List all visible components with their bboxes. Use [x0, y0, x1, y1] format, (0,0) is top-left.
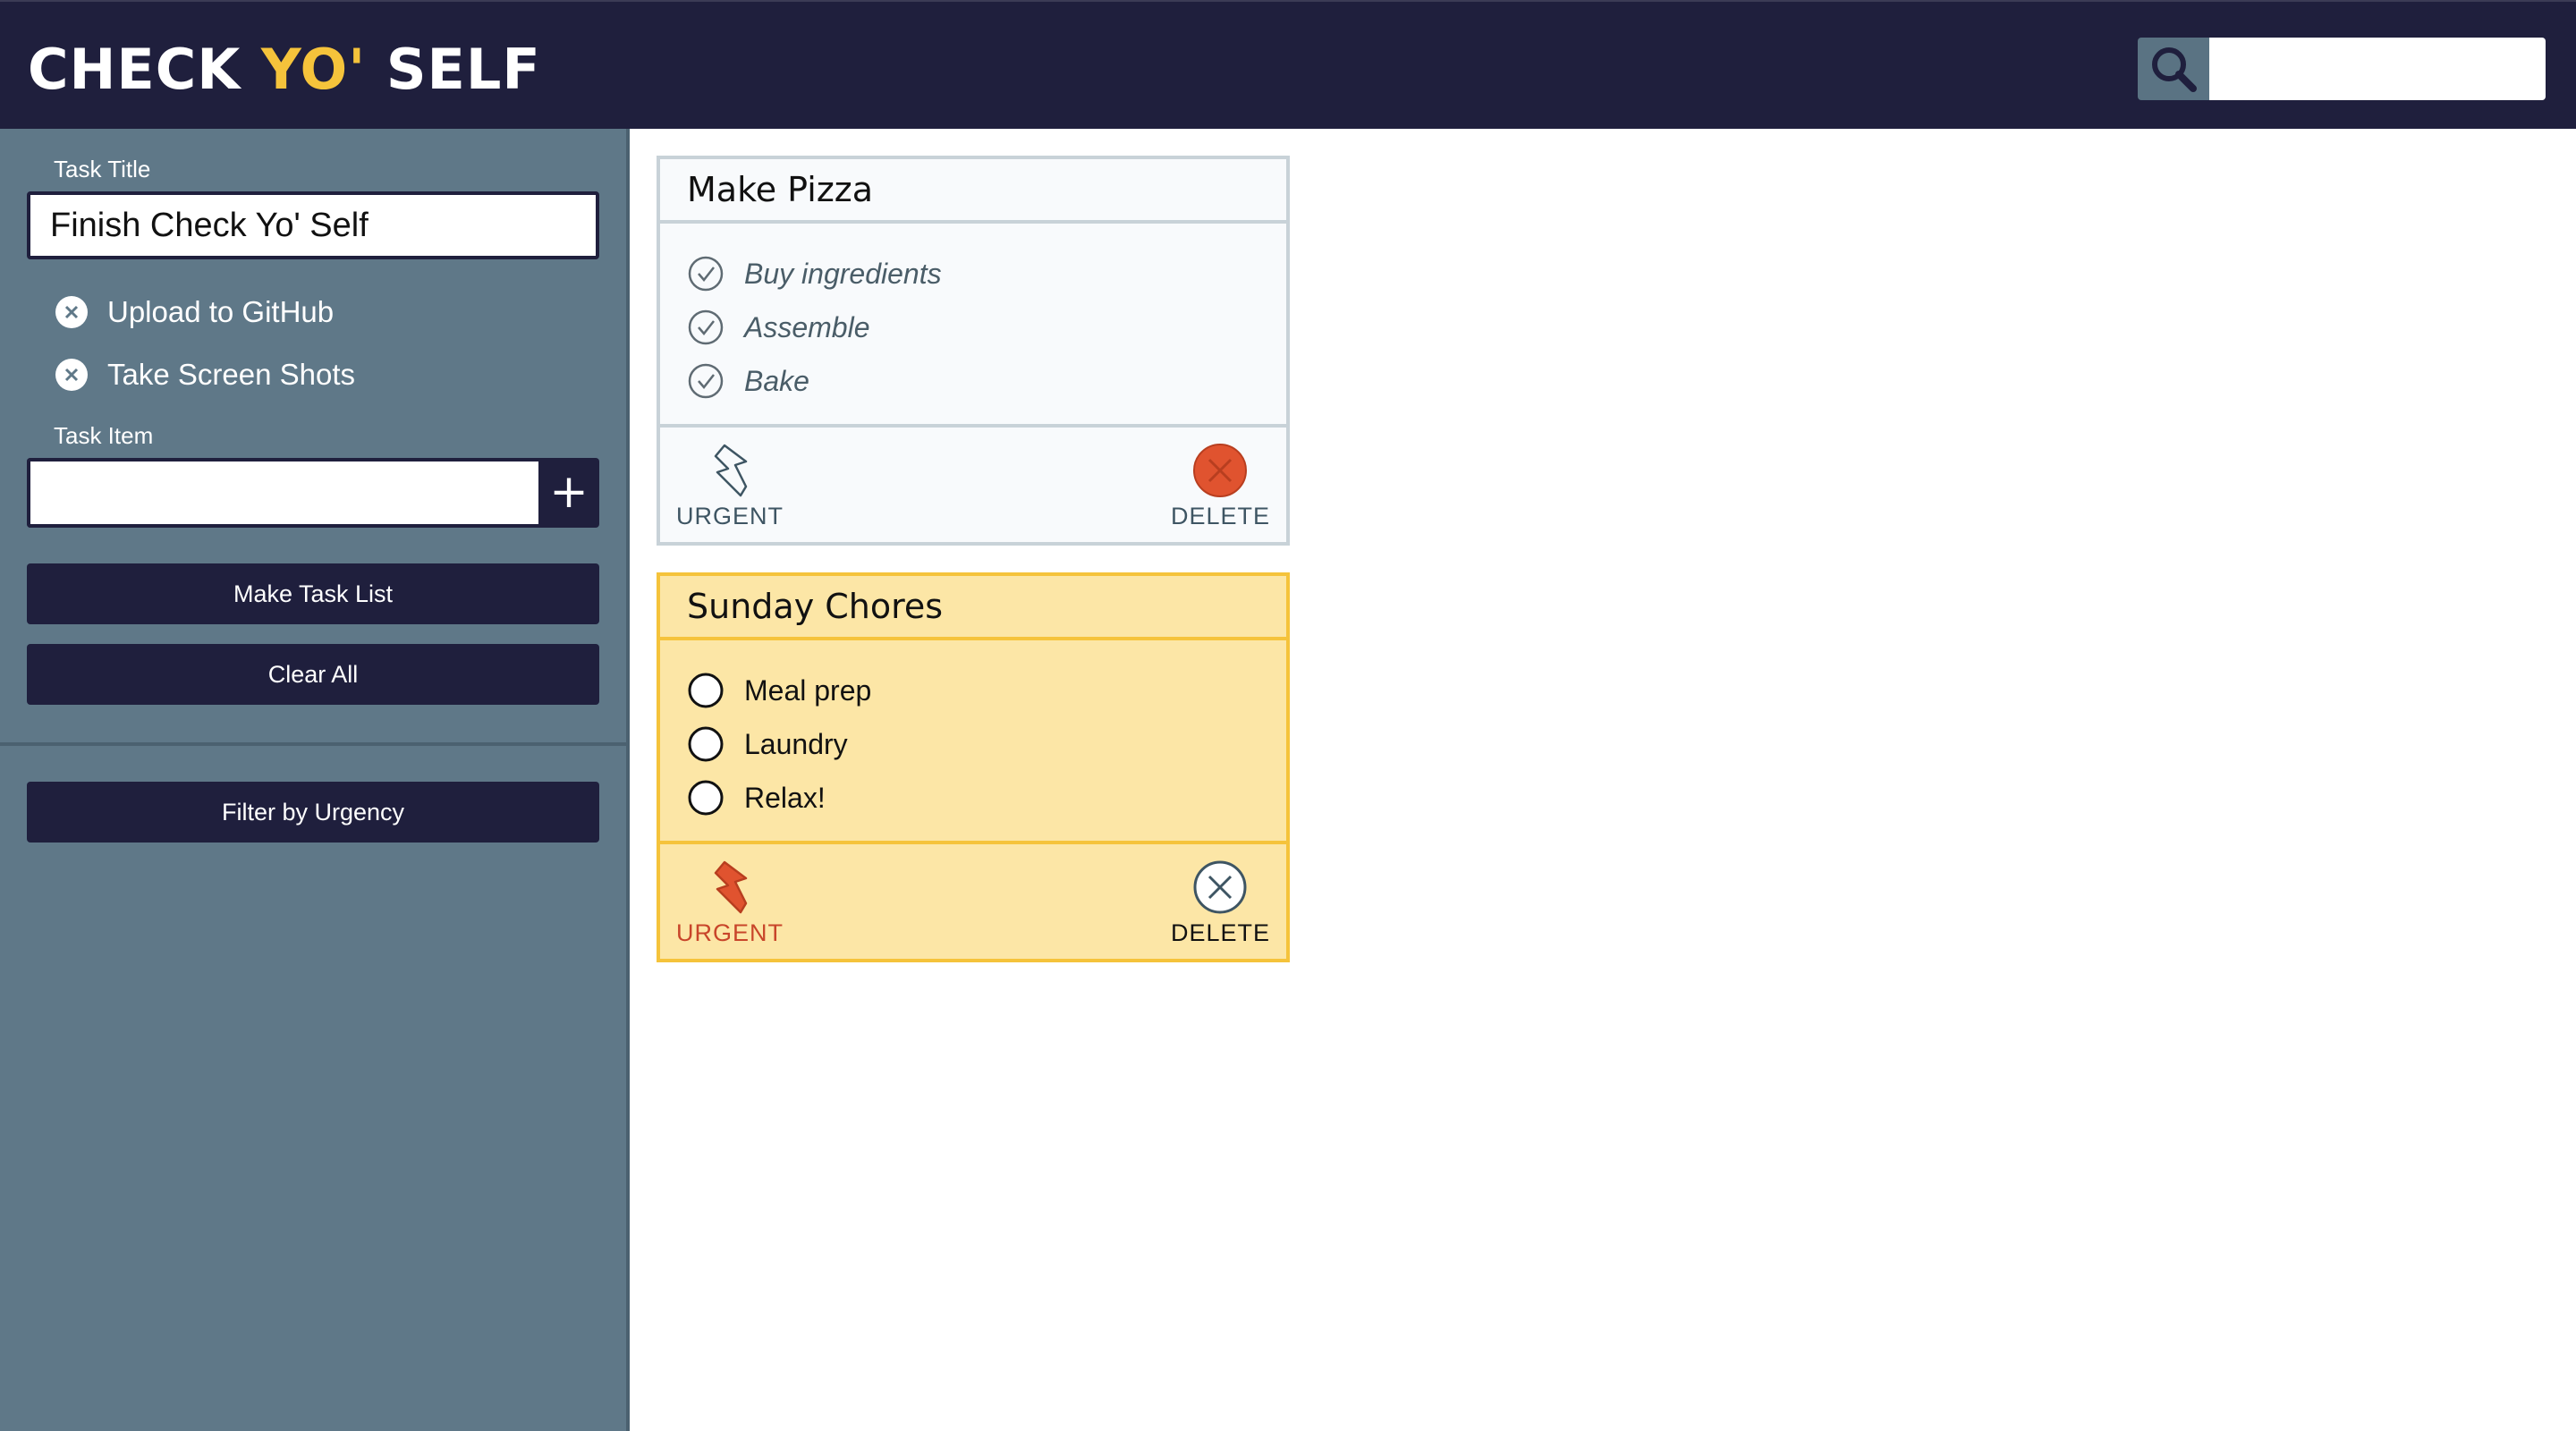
add-item-button[interactable]: + — [538, 458, 599, 528]
task-item-label: Task Item — [54, 422, 154, 449]
task-text: Assemble — [744, 310, 870, 343]
card-title: Sunday Chores — [660, 576, 1286, 640]
task-title-label: Task Title — [54, 156, 151, 182]
task-text: Laundry — [744, 727, 848, 760]
search-input[interactable] — [2209, 38, 2546, 100]
remove-circle-icon[interactable] — [55, 359, 88, 391]
task-text: Bake — [744, 364, 809, 397]
empty-circle-icon[interactable] — [687, 779, 724, 817]
task-text: Buy ingredients — [744, 257, 942, 290]
delete-button[interactable]: DELETE — [1171, 442, 1270, 530]
lightning-bolt-icon — [714, 860, 748, 914]
search-button[interactable] — [2138, 38, 2209, 100]
card-title: Make Pizza — [660, 159, 1286, 224]
task-item[interactable]: Laundry — [687, 717, 1259, 771]
remove-circle-icon[interactable] — [55, 296, 88, 328]
lightning-bolt-icon — [714, 444, 748, 497]
draft-item: Upload to GitHub — [55, 290, 334, 334]
filter-urgency-button[interactable]: Filter by Urgency — [27, 782, 599, 843]
checked-circle-icon[interactable] — [687, 309, 724, 346]
search-icon — [2152, 47, 2197, 92]
task-item-input[interactable] — [27, 458, 538, 528]
task-title-input[interactable] — [27, 191, 599, 259]
draft-item-text: Upload to GitHub — [107, 295, 335, 328]
sidebar: Task Title Upload to GitHub Take Screen … — [0, 129, 630, 1431]
logo-text-2: SELF — [366, 37, 541, 102]
app-header: CHECK YO' SELF — [0, 0, 2576, 129]
checked-circle-icon[interactable] — [687, 362, 724, 400]
task-item[interactable]: Meal prep — [687, 664, 1259, 717]
card-footer: URGENT DELETE — [660, 844, 1286, 959]
task-item[interactable]: Bake — [687, 354, 1259, 408]
task-text: Relax! — [744, 781, 826, 814]
card-task-list: Meal prep Laundry Relax! — [660, 640, 1286, 844]
urgent-label: URGENT — [676, 919, 784, 946]
urgent-button[interactable]: URGENT — [676, 442, 784, 530]
checked-circle-icon[interactable] — [687, 255, 724, 292]
task-item[interactable]: Buy ingredients — [687, 247, 1259, 301]
urgent-label: URGENT — [676, 503, 784, 529]
clear-all-button[interactable]: Clear All — [27, 644, 599, 705]
delete-circle-icon — [1193, 860, 1247, 914]
card-footer: URGENT DELETE — [660, 428, 1286, 542]
delete-button[interactable]: DELETE — [1171, 859, 1270, 947]
draft-item: Take Screen Shots — [55, 352, 355, 397]
card-task-list: Buy ingredients Assemble Bake — [660, 224, 1286, 428]
delete-label: DELETE — [1170, 919, 1270, 946]
task-item[interactable]: Assemble — [687, 301, 1259, 354]
delete-circle-icon — [1193, 444, 1248, 497]
task-card-urgent: Sunday Chores Meal prep Laundry Relax! U… — [657, 572, 1290, 962]
logo-text-1: CHECK — [28, 37, 261, 102]
app-logo: CHECK YO' SELF — [28, 34, 541, 106]
empty-circle-icon[interactable] — [687, 725, 724, 763]
task-item[interactable]: Relax! — [687, 771, 1259, 825]
urgent-button[interactable]: URGENT — [676, 859, 784, 947]
task-text: Meal prep — [744, 673, 872, 707]
delete-label: DELETE — [1170, 503, 1270, 529]
empty-circle-icon[interactable] — [687, 672, 724, 709]
task-card: Make Pizza Buy ingredients Assemble Bake… — [657, 156, 1290, 546]
sidebar-divider — [0, 742, 626, 746]
make-task-list-button[interactable]: Make Task List — [27, 563, 599, 624]
logo-text-accent: YO' — [260, 37, 367, 102]
draft-item-text: Take Screen Shots — [107, 358, 355, 391]
